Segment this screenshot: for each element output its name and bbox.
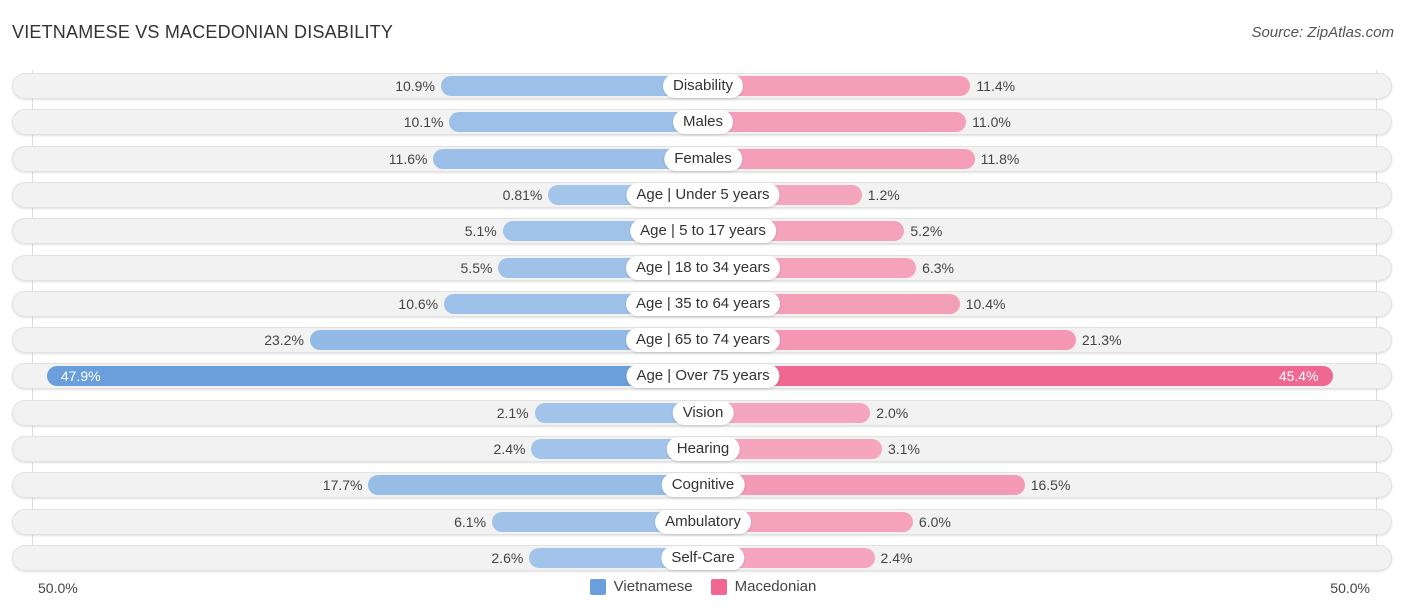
legend-swatch-macedonian [710, 578, 727, 595]
bar-macedonian[interactable] [703, 112, 967, 133]
value-label-macedonian: 11.4% [976, 78, 1016, 94]
category-label: Age | 35 to 64 years [626, 291, 780, 316]
value-label-macedonian: 5.2% [910, 223, 943, 240]
value-label-vietnamese: 10.9% [395, 78, 435, 94]
bar-macedonian[interactable] [703, 76, 971, 96]
value-label-macedonian: 6.0% [918, 513, 951, 530]
category-label: Disability [662, 74, 744, 98]
bar-macedonian[interactable] [703, 475, 1025, 496]
value-label-vietnamese: 23.2% [264, 332, 304, 349]
chart-title: VIETNAMESE VS MACEDONIAN DISABILITY [12, 22, 394, 42]
value-label-vietnamese: 10.6% [398, 295, 439, 312]
value-label-macedonian: 11.8% [980, 150, 1020, 167]
value-label-macedonian: 1.2% [867, 186, 900, 203]
value-label-macedonian: 11.0% [972, 114, 1011, 131]
value-label-macedonian: 6.3% [922, 259, 955, 276]
value-label-macedonian: 16.5% [1030, 477, 1071, 494]
value-label-vietnamese: 47.9% [60, 368, 101, 385]
category-label: Self-Care [661, 545, 745, 570]
legend-label-macedonian: Macedonian [734, 578, 817, 595]
value-label-vietnamese: 2.4% [493, 441, 526, 457]
value-label-vietnamese: 6.1% [454, 513, 487, 530]
value-label-macedonian: 21.3% [1081, 332, 1122, 349]
category-label: Hearing [666, 437, 740, 461]
value-label-macedonian: 2.0% [876, 404, 909, 421]
value-label-vietnamese: 5.5% [460, 259, 493, 276]
legend-label-vietnamese: Vietnamese [613, 578, 693, 595]
legend-swatch-vietnamese [589, 578, 606, 595]
category-label: Age | Under 5 years [626, 182, 780, 207]
category-label: Males [672, 110, 734, 135]
category-label: Age | 5 to 17 years [630, 219, 776, 244]
value-label-vietnamese: 0.81% [502, 186, 543, 203]
bar-vietnamese[interactable] [449, 112, 703, 133]
value-label-vietnamese: 2.6% [491, 549, 524, 566]
legend-item-macedonian[interactable]: Macedonian [710, 578, 817, 595]
value-label-macedonian: 45.4% [1278, 368, 1319, 385]
category-label: Age | Over 75 years [626, 364, 780, 389]
category-label: Age | 65 to 74 years [626, 328, 780, 353]
bar-macedonian[interactable] [703, 366, 1333, 387]
value-label-vietnamese: 5.1% [464, 223, 497, 240]
value-label-vietnamese: 17.7% [322, 477, 363, 494]
value-label-vietnamese: 2.1% [496, 404, 529, 421]
category-label: Age | 18 to 34 years [626, 255, 780, 280]
source-label: Source: ZipAtlas.com [1251, 24, 1394, 41]
category-label: Cognitive [661, 473, 745, 498]
bar-macedonian[interactable] [703, 148, 975, 169]
legend-item-vietnamese[interactable]: Vietnamese [589, 578, 693, 595]
category-label: Females [664, 146, 742, 171]
category-label: Vision [672, 400, 734, 425]
value-label-macedonian: 2.4% [880, 549, 913, 566]
bar-vietnamese[interactable] [433, 148, 703, 169]
bar-vietnamese[interactable] [368, 475, 703, 496]
bar-vietnamese[interactable] [46, 366, 703, 387]
value-label-vietnamese: 10.1% [403, 114, 444, 131]
legend: Vietnamese Macedonian [0, 578, 1406, 595]
category-label: Ambulatory [655, 509, 751, 534]
value-label-macedonian: 10.4% [965, 295, 1006, 312]
value-label-vietnamese: 11.6% [388, 150, 428, 167]
value-label-macedonian: 3.1% [888, 441, 920, 457]
